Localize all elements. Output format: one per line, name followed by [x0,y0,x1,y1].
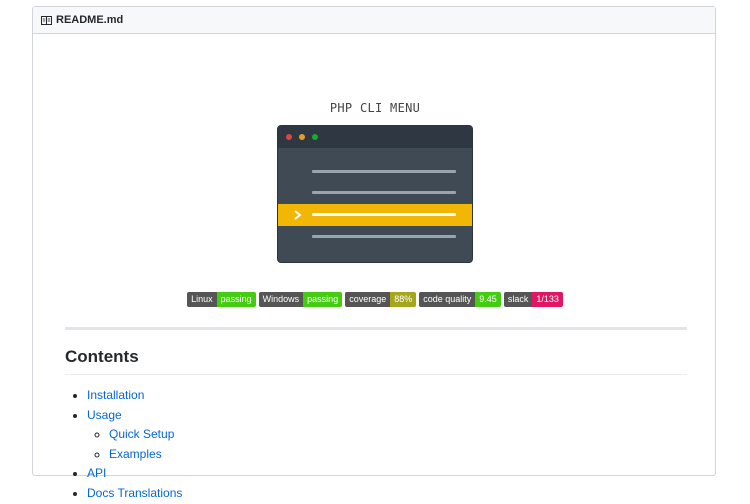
contents-heading: Contents [65,347,139,366]
toc-link-api[interactable]: API [87,466,106,480]
list-item: Docs Translations [87,484,182,504]
menu-line [312,170,456,173]
list-item: Quick Setup [109,425,182,445]
heading-underline [65,374,687,375]
badge-windows[interactable]: Windows passing [258,292,343,307]
badge-slack[interactable]: slack 1/133 [503,292,563,307]
toc-link-usage[interactable]: Usage [87,408,122,422]
banner-title: PHP CLI MENU [329,101,421,115]
toc-link-installation[interactable]: Installation [87,388,144,402]
book-icon [41,15,52,25]
toc-link-docs-translations[interactable]: Docs Translations [87,486,182,500]
badge-row: Linux passing Windows passing coverage 8… [33,292,717,307]
chevron-right-icon [294,210,302,220]
toc-link-examples[interactable]: Examples [109,447,162,461]
list-item: Usage Quick Setup Examples [87,406,182,465]
menu-line [312,191,456,194]
menu-line-selected [312,213,456,216]
list-item: API [87,464,182,484]
readme-box: README.md PHP CLI MENU Linux passing Win… [32,6,717,500]
list-item: Installation [87,386,182,406]
menu-line [312,235,456,238]
divider [65,327,687,330]
readme-header: README.md [33,7,715,34]
readme-filename[interactable]: README.md [56,14,123,26]
badge-linux[interactable]: Linux passing [187,292,256,307]
maximize-dot-icon [312,134,318,140]
terminal-illustration [277,125,473,263]
minimize-dot-icon [299,134,305,140]
close-dot-icon [286,134,292,140]
badge-code-quality[interactable]: code quality 9.45 [419,292,501,307]
menu-selected-row [278,204,472,226]
terminal-titlebar [278,126,472,148]
table-of-contents: Installation Usage Quick Setup Examples … [65,386,182,504]
list-item: Examples [109,445,182,465]
badge-coverage[interactable]: coverage 88% [345,292,417,307]
toc-link-quick-setup[interactable]: Quick Setup [109,427,174,441]
